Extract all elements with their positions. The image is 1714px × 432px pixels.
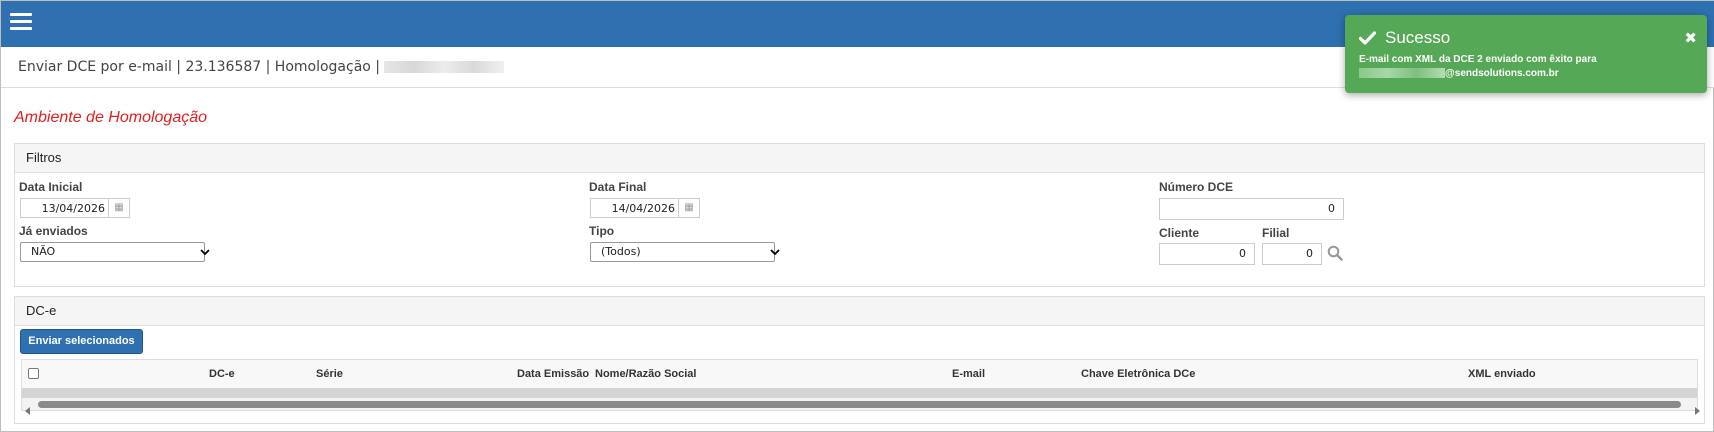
column-header[interactable]: Série bbox=[316, 368, 343, 380]
redacted-email bbox=[1359, 68, 1445, 79]
environment-title: Ambiente de Homologação bbox=[14, 109, 208, 126]
horizontal-scrollbar[interactable] bbox=[22, 398, 1700, 415]
column-header[interactable]: Chave Eletrônica DCe bbox=[1081, 368, 1195, 380]
hamburger-menu-icon[interactable] bbox=[10, 13, 32, 31]
breadcrumb: Enviar DCE por e-mail | 23.136587 | Homo… bbox=[18, 59, 381, 75]
close-icon[interactable]: ✖ bbox=[1684, 29, 1697, 47]
tipo-select[interactable]: (Todos) bbox=[590, 242, 780, 262]
data-inicial-input[interactable]: 13/04/2026 ▦ bbox=[20, 198, 130, 218]
numero-dce-label: Número DCE bbox=[1159, 180, 1234, 194]
cliente-label: Cliente bbox=[1159, 226, 1200, 240]
data-inicial-label: Data Inicial bbox=[19, 180, 83, 194]
filters-panel: Filtros Data Inicial 13/04/2026 ▦ Data F… bbox=[14, 143, 1705, 287]
column-header[interactable]: DC-e bbox=[209, 368, 235, 380]
select-all-checkbox[interactable] bbox=[28, 368, 39, 379]
redacted-user bbox=[384, 61, 505, 73]
numero-dce-input[interactable]: 0 bbox=[1159, 198, 1344, 220]
ja-enviados-select[interactable]: NÃO bbox=[20, 242, 210, 262]
grid-body bbox=[22, 388, 1697, 398]
dce-panel: DC-e Enviar selecionados DC-e Série Data… bbox=[14, 296, 1705, 424]
dce-grid: DC-e Série Data Emissão Nome/Razão Socia… bbox=[21, 359, 1700, 415]
filters-title: Filtros bbox=[15, 144, 1704, 173]
column-header[interactable]: Data Emissão bbox=[517, 368, 589, 380]
toast-title: Sucesso bbox=[1385, 28, 1451, 47]
cliente-input[interactable]: 0 bbox=[1159, 243, 1255, 265]
toast-message: E-mail com XML da DCE 2 enviado com êxit… bbox=[1359, 54, 1597, 79]
scrollbar-thumb[interactable] bbox=[38, 401, 1681, 408]
column-header[interactable]: Nome/Razão Social bbox=[595, 368, 696, 380]
filial-label: Filial bbox=[1262, 226, 1290, 240]
data-final-label: Data Final bbox=[589, 180, 647, 194]
calendar-icon[interactable]: ▦ bbox=[678, 199, 699, 217]
filial-input[interactable]: 0 bbox=[1262, 243, 1322, 265]
search-icon[interactable] bbox=[1327, 245, 1343, 265]
success-toast: Sucesso ✖ E-mail com XML da DCE 2 enviad… bbox=[1345, 15, 1707, 93]
data-final-input[interactable]: 14/04/2026 ▦ bbox=[590, 198, 700, 218]
calendar-icon[interactable]: ▦ bbox=[108, 199, 129, 217]
column-header[interactable]: E-mail bbox=[952, 368, 985, 380]
check-icon bbox=[1358, 30, 1377, 49]
grid-header: DC-e Série Data Emissão Nome/Razão Socia… bbox=[22, 360, 1697, 388]
send-selected-button[interactable]: Enviar selecionados bbox=[20, 329, 143, 354]
tipo-label: Tipo bbox=[589, 224, 615, 238]
dce-title: DC-e bbox=[15, 297, 1704, 326]
ja-enviados-label: Já enviados bbox=[19, 224, 88, 238]
column-header[interactable]: XML enviado bbox=[1468, 368, 1536, 380]
